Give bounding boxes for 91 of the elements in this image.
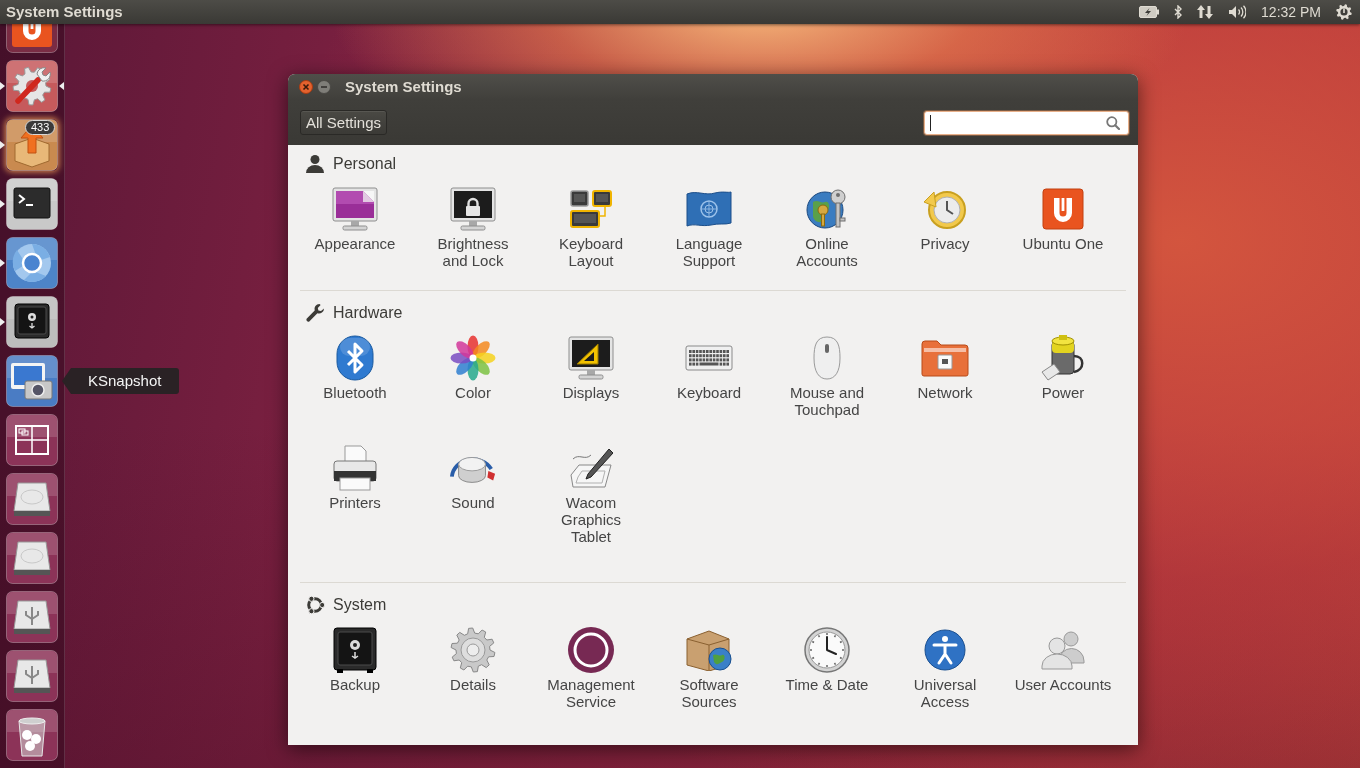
usb-drive-icon	[6, 650, 58, 702]
settings-item[interactable]: Power	[1004, 332, 1122, 401]
box-globe-icon	[685, 629, 733, 671]
keyboard-icon	[685, 345, 733, 371]
section-title: Hardware	[333, 303, 403, 323]
u-logo-icon	[6, 24, 58, 53]
settings-item[interactable]: Software Sources	[650, 624, 768, 710]
power-icon[interactable]	[1336, 4, 1352, 20]
all-settings-button[interactable]: All Settings	[300, 110, 388, 135]
settings-item[interactable]: Keyboard	[650, 332, 768, 401]
settings-item[interactable]: Mouse and Touchpad	[768, 332, 886, 418]
launcher-item[interactable]	[6, 24, 58, 53]
settings-item[interactable]: Universal Access	[886, 624, 1004, 710]
count-badge: 433	[25, 120, 56, 135]
usb-drive-icon	[6, 591, 58, 643]
tablet-pen-icon	[569, 447, 613, 489]
settings-item[interactable]: Ubuntu One	[1004, 183, 1122, 252]
gear-icon	[450, 627, 496, 673]
settings-item[interactable]: Displays	[532, 332, 650, 401]
flag-icon	[685, 190, 733, 228]
settings-item[interactable]: Sound	[414, 442, 532, 511]
settings-item[interactable]: Brightness and Lock	[414, 183, 532, 269]
tooltip: KSnapshot	[62, 368, 180, 394]
settings-item[interactable]: Network	[886, 332, 1004, 401]
close-icon[interactable]	[299, 80, 313, 94]
settings-item[interactable]: Privacy	[886, 183, 1004, 252]
minimize-icon[interactable]	[317, 80, 331, 94]
settings-item[interactable]: Appearance	[296, 183, 414, 252]
printer-icon	[332, 445, 378, 491]
launcher-item[interactable]	[6, 709, 58, 761]
settings-item[interactable]: Color	[414, 332, 532, 401]
bluetooth-icon	[336, 335, 374, 381]
transfer-arrows-icon[interactable]	[1197, 4, 1214, 20]
ring-swirl-icon	[6, 237, 58, 289]
hard-drive-icon	[6, 532, 58, 584]
search-icon	[1106, 115, 1120, 130]
u-logo-icon	[1042, 188, 1084, 230]
folder-socket-icon	[921, 339, 969, 377]
settings-item[interactable]: Keyboard Layout	[532, 183, 650, 269]
settings-item[interactable]: Bluetooth	[296, 332, 414, 401]
monitor-camera-icon	[6, 355, 58, 407]
settings-item[interactable]: Time & Date	[768, 624, 886, 693]
ring-icon	[567, 626, 615, 674]
launcher-item[interactable]	[6, 178, 58, 230]
panel-title: System Settings	[6, 3, 123, 21]
section-title: System	[333, 595, 387, 615]
safe-icon	[6, 296, 58, 348]
globe-keys-icon	[806, 187, 848, 231]
safe-icon	[333, 627, 377, 673]
settings-item[interactable]: User Accounts	[1004, 624, 1122, 693]
launcher-item[interactable]	[6, 473, 58, 525]
launcher-item[interactable]	[6, 355, 58, 407]
settings-item[interactable]: Backup	[296, 624, 414, 693]
wrench-icon	[305, 303, 325, 323]
search-field[interactable]	[924, 110, 1129, 135]
launcher-item[interactable]	[6, 119, 58, 171]
settings-item[interactable]: Language Support	[650, 183, 768, 269]
battery-plug-icon	[1040, 334, 1086, 382]
accessibility-icon	[924, 629, 966, 671]
launcher-item[interactable]	[6, 414, 58, 466]
battery-icon[interactable]	[1139, 6, 1160, 18]
circle-logo-icon	[305, 595, 325, 615]
launcher-item[interactable]	[6, 296, 58, 348]
launcher-item[interactable]	[6, 532, 58, 584]
mouse-icon	[813, 336, 841, 380]
monitor-ruler-icon	[568, 336, 614, 380]
section-title: Personal	[333, 154, 397, 174]
clock-text[interactable]: 12:32 PM	[1261, 3, 1321, 21]
volume-icon[interactable]	[1228, 5, 1247, 19]
settings-item[interactable]: Online Accounts	[768, 183, 886, 269]
settings-item[interactable]: Details	[414, 624, 532, 693]
clock-icon	[804, 627, 850, 673]
settings-item[interactable]: Wacom Graphics Tablet	[532, 442, 650, 545]
launcher-item[interactable]	[6, 591, 58, 643]
workspace-grid-icon	[6, 414, 58, 466]
bluetooth-icon[interactable]	[1174, 5, 1183, 19]
gear-wrench-icon	[6, 60, 58, 112]
launcher-item[interactable]	[6, 237, 58, 289]
person-icon	[305, 154, 325, 174]
color-flower-icon	[450, 335, 496, 381]
settings-item[interactable]: Printers	[296, 442, 414, 511]
monitor-padlock-icon	[450, 187, 496, 231]
users-icon	[1040, 630, 1086, 670]
key-blocks-icon	[569, 189, 613, 229]
trash-icon	[6, 709, 58, 761]
monitor-icon	[332, 187, 378, 231]
window-title: System Settings	[345, 78, 462, 96]
settings-item[interactable]: Management Service	[532, 624, 650, 710]
launcher-item[interactable]	[6, 650, 58, 702]
terminal-icon	[6, 178, 58, 230]
hard-drive-icon	[6, 473, 58, 525]
